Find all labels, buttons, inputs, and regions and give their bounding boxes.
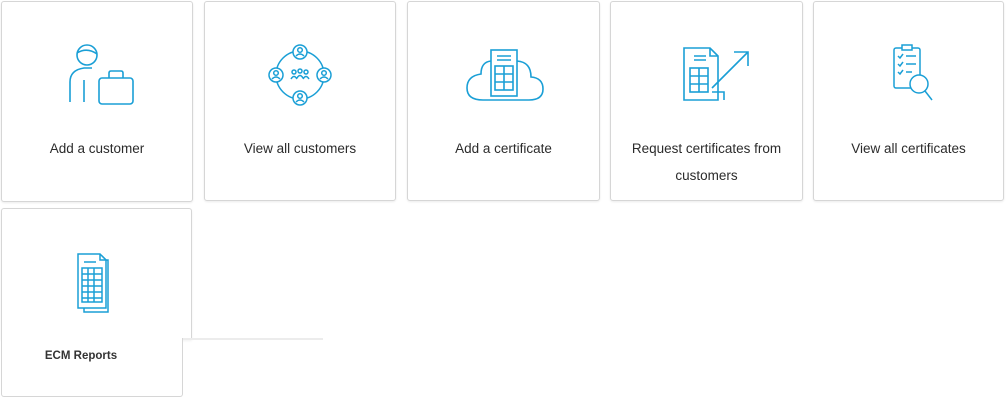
cloud-certificate-icon bbox=[465, 49, 544, 101]
reports-stack-icon bbox=[77, 253, 109, 313]
tile-label: ECM Reports bbox=[44, 350, 118, 362]
tile-label: Request certificates from customers bbox=[631, 141, 782, 183]
tile-label: Add a customer bbox=[49, 141, 145, 156]
add-customer-icon bbox=[69, 44, 134, 105]
view-certificates-tile[interactable]: View all certificates bbox=[813, 1, 1004, 201]
tile-label: View all customers bbox=[243, 141, 357, 156]
add-certificate-tile[interactable]: Add a certificate bbox=[407, 1, 600, 201]
view-customers-tile[interactable]: View all customers bbox=[204, 1, 396, 201]
tile-label: Add a certificate bbox=[455, 141, 552, 156]
customer-network-icon bbox=[268, 44, 332, 106]
request-certificate-icon bbox=[682, 47, 749, 101]
tile-label: View all certificates bbox=[851, 141, 966, 156]
divider bbox=[183, 338, 323, 340]
certificate-search-icon bbox=[892, 44, 933, 101]
request-certificates-tile[interactable]: Request certificates from customers bbox=[610, 1, 803, 201]
ecm-reports-tile[interactable]: ECM Reports bbox=[1, 208, 323, 398]
tile-card-bottom bbox=[1, 338, 183, 397]
add-customer-tile[interactable]: Add a customer bbox=[1, 1, 193, 202]
